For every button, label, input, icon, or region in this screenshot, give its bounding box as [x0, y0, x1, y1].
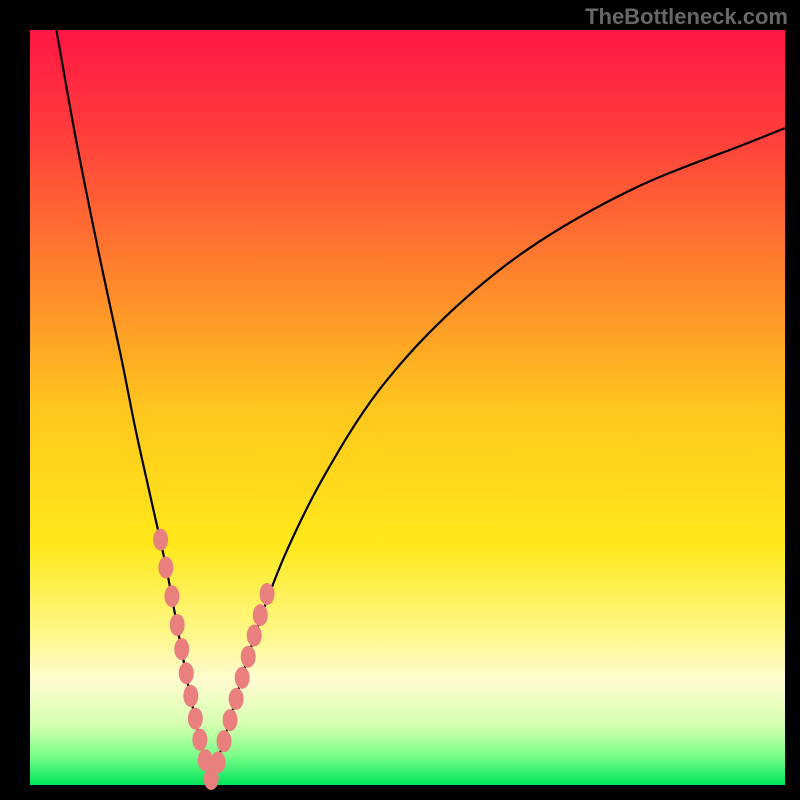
- curves-layer: [30, 30, 785, 785]
- marker-dot: [164, 585, 179, 607]
- marker-dot: [253, 604, 268, 626]
- marker-dot: [211, 751, 226, 773]
- marker-dot: [179, 662, 194, 684]
- marker-dot: [247, 625, 262, 647]
- marker-dot: [241, 646, 256, 668]
- plot-area: [30, 30, 785, 785]
- marker-dot: [153, 529, 168, 551]
- chart-frame: TheBottleneck.com: [0, 0, 800, 800]
- marker-dot: [217, 730, 232, 752]
- watermark-text: TheBottleneck.com: [585, 4, 788, 30]
- marker-dot: [235, 667, 250, 689]
- marker-dot: [198, 749, 213, 771]
- marker-dot: [192, 729, 207, 751]
- marker-dot: [170, 614, 185, 636]
- curve-right-branch: [211, 128, 785, 781]
- marker-dot: [158, 557, 173, 579]
- marker-dot: [183, 685, 198, 707]
- marker-dot: [174, 638, 189, 660]
- marker-dot: [188, 708, 203, 730]
- marker-dots-group: [153, 529, 274, 790]
- marker-dot: [229, 688, 244, 710]
- marker-dot: [223, 709, 238, 731]
- marker-dot: [260, 583, 275, 605]
